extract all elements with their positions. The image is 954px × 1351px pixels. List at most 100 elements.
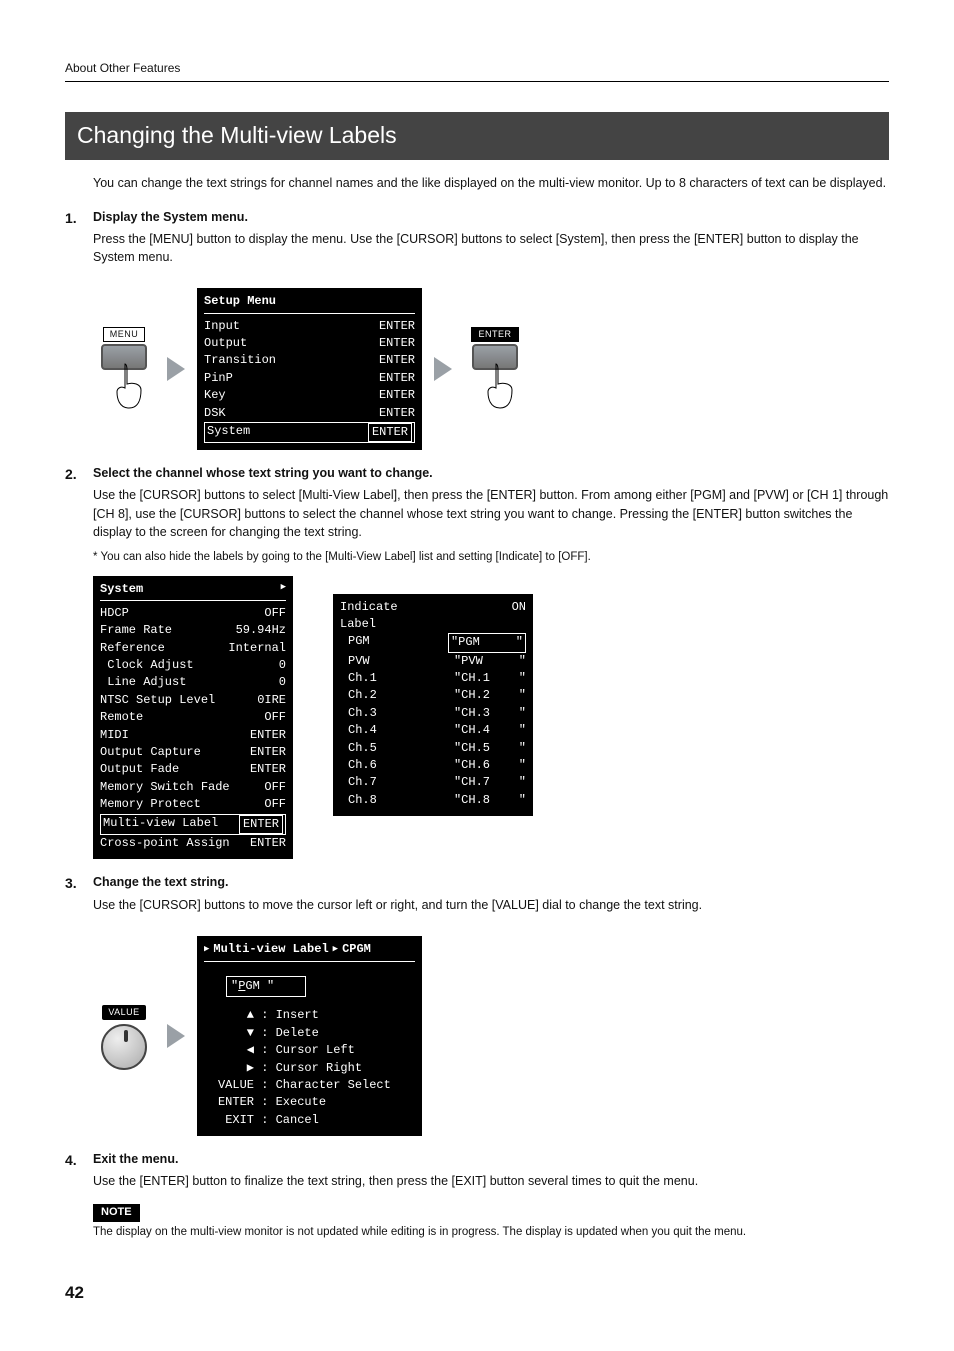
mv-row-value: "CH.7 "	[454, 774, 526, 791]
arrow-right-icon	[167, 1024, 185, 1048]
legend-value: Character Select	[276, 1078, 391, 1092]
system-item-value: ENTER	[250, 744, 286, 761]
mv-row-value: "CH.5 "	[454, 740, 526, 757]
mv-row-value: "CH.3 "	[454, 705, 526, 722]
step-4-title: Exit the menu.	[93, 1150, 889, 1168]
legend-key: ▶	[204, 1060, 254, 1077]
label-editor-screen: ▶ Multi-view Label ▶ CPGM "PGM " ▲ : Ins…	[197, 936, 422, 1137]
value-dial-graphic: VALUE	[93, 1002, 155, 1070]
system-item: Output Capture	[100, 744, 201, 761]
editor-text-field: "PGM "	[226, 976, 306, 997]
system-item: NTSC Setup Level	[100, 692, 215, 709]
step-1-title: Display the System menu.	[93, 208, 889, 226]
header-section-link: About Other Features	[65, 60, 889, 77]
setup-item-highlight: System ENTER	[204, 422, 415, 443]
arrow-right-icon	[167, 357, 185, 381]
system-item-value: OFF	[264, 709, 286, 726]
mv-row-label: Ch.5	[340, 740, 377, 757]
mv-row-label: Ch.4	[340, 722, 377, 739]
page-title: Changing the Multi-view Labels	[65, 112, 889, 159]
mv-row-value: "CH.2 "	[454, 687, 526, 704]
step-4-number: 4.	[65, 1150, 93, 1241]
mv-row-label: Ch.1	[340, 670, 377, 687]
system-item-value: 0IRE	[257, 692, 286, 709]
setup-item: Key	[204, 387, 226, 404]
mv-row-value: "PVW "	[454, 653, 526, 670]
system-item: Remote	[100, 709, 143, 726]
system-item: Frame Rate	[100, 622, 172, 639]
setup-item-value: ENTER	[379, 318, 415, 335]
step-2-text: Use the [CURSOR] buttons to select [Mult…	[93, 486, 889, 540]
step-1-illustration: MENU Setup Menu Input ENTER Output ENTER T…	[93, 288, 889, 450]
legend-value: Insert	[276, 1008, 319, 1022]
system-menu-screen: System ▶ HDCP OFF Frame Rate 59.94Hz Refer…	[93, 576, 293, 860]
setup-item: Input	[204, 318, 240, 335]
system-item-value: OFF	[264, 796, 286, 813]
header-rule	[65, 81, 889, 82]
triangle-right-icon: ▶	[281, 581, 286, 598]
system-item: HDCP	[100, 605, 129, 622]
setup-item: PinP	[204, 370, 233, 387]
system-item: Line Adjust	[100, 674, 186, 691]
legend-key: ENTER	[204, 1094, 254, 1111]
value-dial-label: VALUE	[102, 1005, 145, 1020]
step-2-illustration: System ▶ HDCP OFF Frame Rate 59.94Hz Refer…	[93, 576, 889, 860]
step-3-illustration: VALUE ▶ Multi-view Label ▶ CPGM "PGM " ▲…	[93, 936, 889, 1137]
hand-icon	[115, 364, 155, 414]
step-2-footnote: * You can also hide the labels by going …	[93, 549, 889, 566]
step-3-text: Use the [CURSOR] buttons to move the cur…	[93, 896, 889, 914]
system-item: MIDI	[100, 727, 129, 744]
step-4-text: Use the [ENTER] button to finalize the t…	[93, 1172, 889, 1190]
legend-key: VALUE	[204, 1077, 254, 1094]
mv-row-value: "CH.1 "	[454, 670, 526, 687]
setup-item: System	[207, 423, 250, 442]
system-item: Output Fade	[100, 761, 179, 778]
menu-button-graphic: MENU	[93, 324, 155, 414]
enter-button-graphic: ENTER	[464, 324, 526, 414]
system-item-value: OFF	[264, 605, 286, 622]
step-1-number: 1.	[65, 208, 93, 274]
breadcrumb-item: CPGM	[342, 941, 371, 958]
mv-row-label: PGM	[340, 633, 370, 652]
step-2-title: Select the channel whose text string you…	[93, 464, 889, 482]
legend-value: Execute	[276, 1095, 326, 1109]
mv-indicate-label: Indicate	[340, 599, 398, 616]
system-item-value: ENTER	[250, 761, 286, 778]
step-3-title: Change the text string.	[93, 873, 889, 891]
legend-key: ▲	[204, 1007, 254, 1024]
setup-item: Output	[204, 335, 247, 352]
enter-button-label: ENTER	[471, 327, 518, 342]
legend-value: Delete	[276, 1026, 319, 1040]
mv-indicate-value: ON	[512, 599, 526, 616]
system-item: Memory Protect	[100, 796, 201, 813]
system-item-value: ENTER	[250, 727, 286, 744]
setup-item-value: ENTER	[379, 352, 415, 369]
system-item-value: ENTER	[239, 815, 283, 834]
setup-item: DSK	[204, 405, 226, 422]
mv-row-label: PVW	[340, 653, 370, 670]
mv-row-label: Ch.2	[340, 687, 377, 704]
setup-item: Transition	[204, 352, 276, 369]
mv-row-value: "CH.6 "	[454, 757, 526, 774]
mv-row-label: Ch.3	[340, 705, 377, 722]
hand-icon	[486, 364, 526, 414]
step-2-number: 2.	[65, 464, 93, 565]
mv-label-heading: Label	[340, 616, 526, 633]
setup-item-value: ENTER	[379, 335, 415, 352]
system-menu-title: System	[100, 581, 143, 598]
system-item-value: 59.94Hz	[236, 622, 286, 639]
setup-item-value: ENTER	[379, 387, 415, 404]
system-item-value: ENTER	[250, 835, 286, 852]
multiview-label-screen: IndicateON Label PGM "PGM " PVW"PVW " Ch…	[333, 594, 533, 817]
intro-text: You can change the text strings for chan…	[93, 174, 889, 192]
legend-key: EXIT	[204, 1112, 254, 1129]
system-item: Clock Adjust	[100, 657, 194, 674]
setup-item-value: ENTER	[379, 370, 415, 387]
setup-menu-title: Setup Menu	[204, 293, 415, 313]
legend-key: ◀	[204, 1042, 254, 1059]
legend-value: Cancel	[276, 1113, 319, 1127]
setup-item-value: ENTER	[379, 405, 415, 422]
system-item-value: OFF	[264, 779, 286, 796]
legend-value: Cursor Right	[276, 1061, 362, 1075]
system-item: Reference	[100, 640, 165, 657]
